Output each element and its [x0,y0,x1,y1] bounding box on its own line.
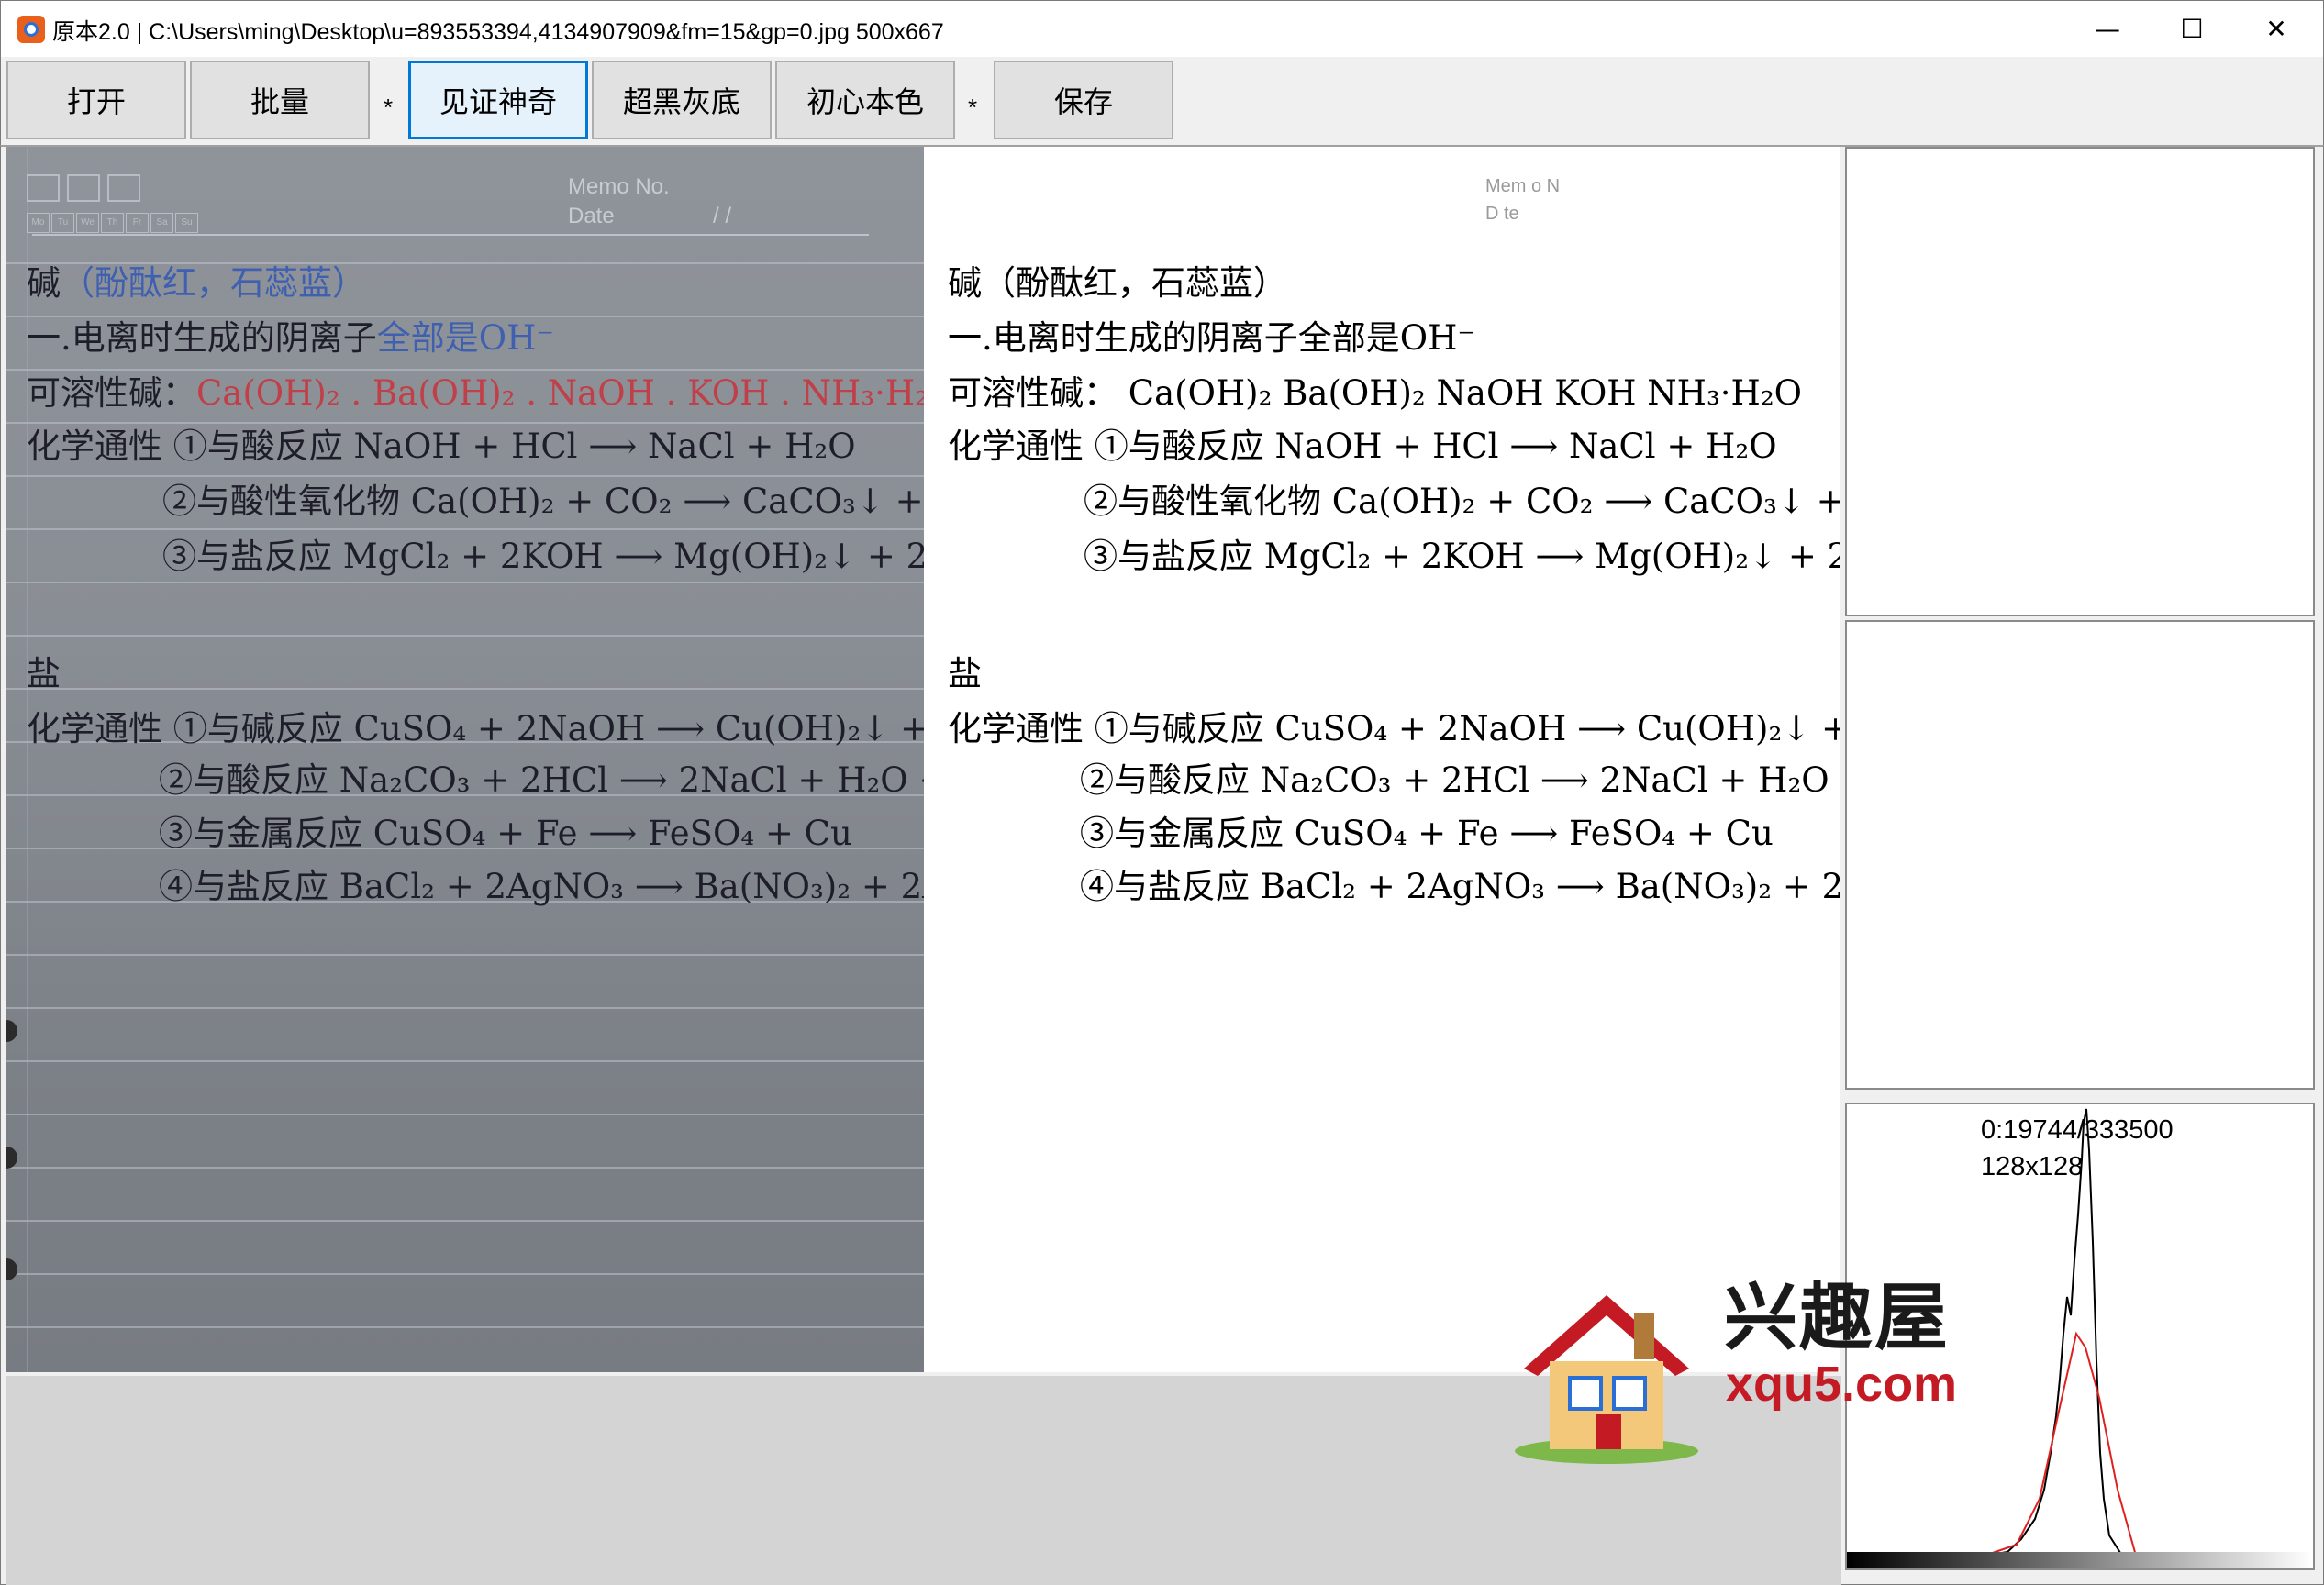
date-slashes: / / [713,204,732,228]
note-line: 碱（酚酞红，石蕊蓝） [948,263,1287,303]
histogram-count-text: 0:19744/333500 [1981,1115,2174,1145]
note-line: 化学通性 ①与碱反应 CuSO₄ + 2NaOH ⟶ Cu(OH)₂↓ + Na… [948,709,1840,748]
grayscale-strip [1847,1552,2313,1568]
note-line: ③与金属反应 CuSO₄ + Fe ⟶ FeSO₄ + Cu [1080,814,1774,853]
histogram-fit-curve [1984,1331,2313,1557]
toolbar: 打开 批量 * 见证神奇 超黑灰底 初心本色 * 保存 [0,57,2324,145]
note-line: 一.电离时生成的阴离子全部是OH⁻ [27,318,554,358]
house-icon [1515,1295,1698,1464]
note-line: 盐 [27,654,61,693]
toolbar-separator: * [968,94,978,121]
weekday-box: We [76,213,99,233]
header-rule [32,234,869,236]
note-line: 碱（酚酞红，石蕊蓝） [27,263,366,303]
witness-magic-button[interactable]: 见证神奇 [408,61,588,139]
memo-no-label: Mem o N [1485,176,1561,196]
workspace: Mo Tu We Th Fr Sa Su Memo No. Date / / 碱… [0,145,2324,1585]
memo-no-label: Memo No. [568,174,670,199]
open-button[interactable]: 打开 [6,61,186,139]
app-icon [17,16,45,43]
note-line: 可溶性碱： Ca(OH)₂ Ba(OH)₂ NaOH KOH NH₃·H₂O [948,373,1802,413]
note-line: 盐 [948,654,982,693]
batch-button[interactable]: 批量 [190,61,370,139]
note-line: ②与酸性氧化物 Ca(OH)₂ + CO₂ ⟶ CaCO₃↓ + H₂O [1084,482,1840,521]
notebook-icon [67,174,100,202]
title-bar: 原本2.0 | C:\Users\ming\Desktop\u=89355339… [0,0,2324,57]
window-title: 原本2.0 | C:\Users\ming\Desktop\u=89355339… [52,19,944,45]
weekday-box: Su [175,213,198,233]
note-line: ②与酸反应 Na₂CO₃ + 2HCl ⟶ 2NaCl + H₂O + CO₂↑ [159,760,924,800]
date-label: D te [1485,204,1519,224]
note-line: ④与盐反应 BaCl₂ + 2AgNO₃ ⟶ Ba(NO₃)₂ + 2AgCl↓ [1080,867,1840,906]
weekday-box: Th [101,213,124,233]
note-line: ③与盐反应 MgCl₂ + 2KOH ⟶ Mg(OH)₂↓ + 2KCl [1084,537,1840,576]
weekday-box: Mo [27,213,50,233]
note-line: 化学通性 ①与酸反应 NaOH + HCl ⟶ NaCl + H₂O [948,427,1777,466]
preview-panel-middle[interactable] [1845,620,2315,1090]
notebook-icon [107,174,140,202]
save-button[interactable]: 保存 [994,61,1173,139]
preview-panel-top[interactable] [1845,147,2315,616]
original-image-view[interactable]: Mo Tu We Th Fr Sa Su Memo No. Date / / 碱… [6,147,924,1372]
notebook-icon [27,174,60,202]
note-line: ③与金属反应 CuSO₄ + Fe ⟶ FeSO₄ + Cu [159,814,852,853]
toolbar-separator: * [384,94,394,121]
original-color-button[interactable]: 初心本色 [775,61,955,139]
date-label: Date [568,204,615,228]
close-button[interactable]: ✕ [2234,1,2318,56]
note-line: ④与盐反应 BaCl₂ + 2AgNO₃ ⟶ Ba(NO₃)₂ + 2AgCl↓ [159,867,924,906]
weekday-box: Sa [150,213,173,233]
note-line: ②与酸反应 Na₂CO₃ + 2HCl ⟶ 2NaCl + H₂O + CO₂↑ [1080,760,1840,800]
processed-image-view[interactable]: Mem o N D te 碱（酚酞红，石蕊蓝） 一.电离时生成的阴离子全部是OH… [924,147,1840,1372]
weekday-box: Fr [126,213,149,233]
minimize-button[interactable]: — [2065,1,2150,56]
watermark-name: 兴趣屋 [1724,1275,1950,1360]
note-line: ③与盐反应 MgCl₂ + 2KOH ⟶ Mg(OH)₂↓ + 2KCl [162,537,924,576]
super-black-gray-button[interactable]: 超黑灰底 [592,61,772,139]
note-line: 一.电离时生成的阴离子全部是OH⁻ [948,318,1475,358]
note-line: 化学通性 ①与酸反应 NaOH + HCl ⟶ NaCl + H₂O [27,427,856,466]
note-line: 可溶性碱：Ca(OH)₂ . Ba(OH)₂ . NaOH . KOH . NH… [27,373,924,413]
note-line: ②与酸性氧化物 Ca(OH)₂ + CO₂ ⟶ CaCO₃↓ + H₂O [162,482,924,521]
histogram-size-text: 128x128 [1981,1152,2084,1181]
watermark-domain: xqu5.com [1726,1357,1958,1412]
note-line: 化学通性 ①与碱反应 CuSO₄ + 2NaOH ⟶ Cu(OH)₂↓ + Na… [27,709,924,748]
weekday-boxes: Mo Tu We Th Fr Sa Su [27,213,198,233]
notebook-icons [27,174,140,202]
watermark-logo: 兴趣屋 xqu5.com [1506,1258,1983,1469]
maximize-button[interactable]: ☐ [2150,1,2234,56]
weekday-box: Tu [51,213,74,233]
